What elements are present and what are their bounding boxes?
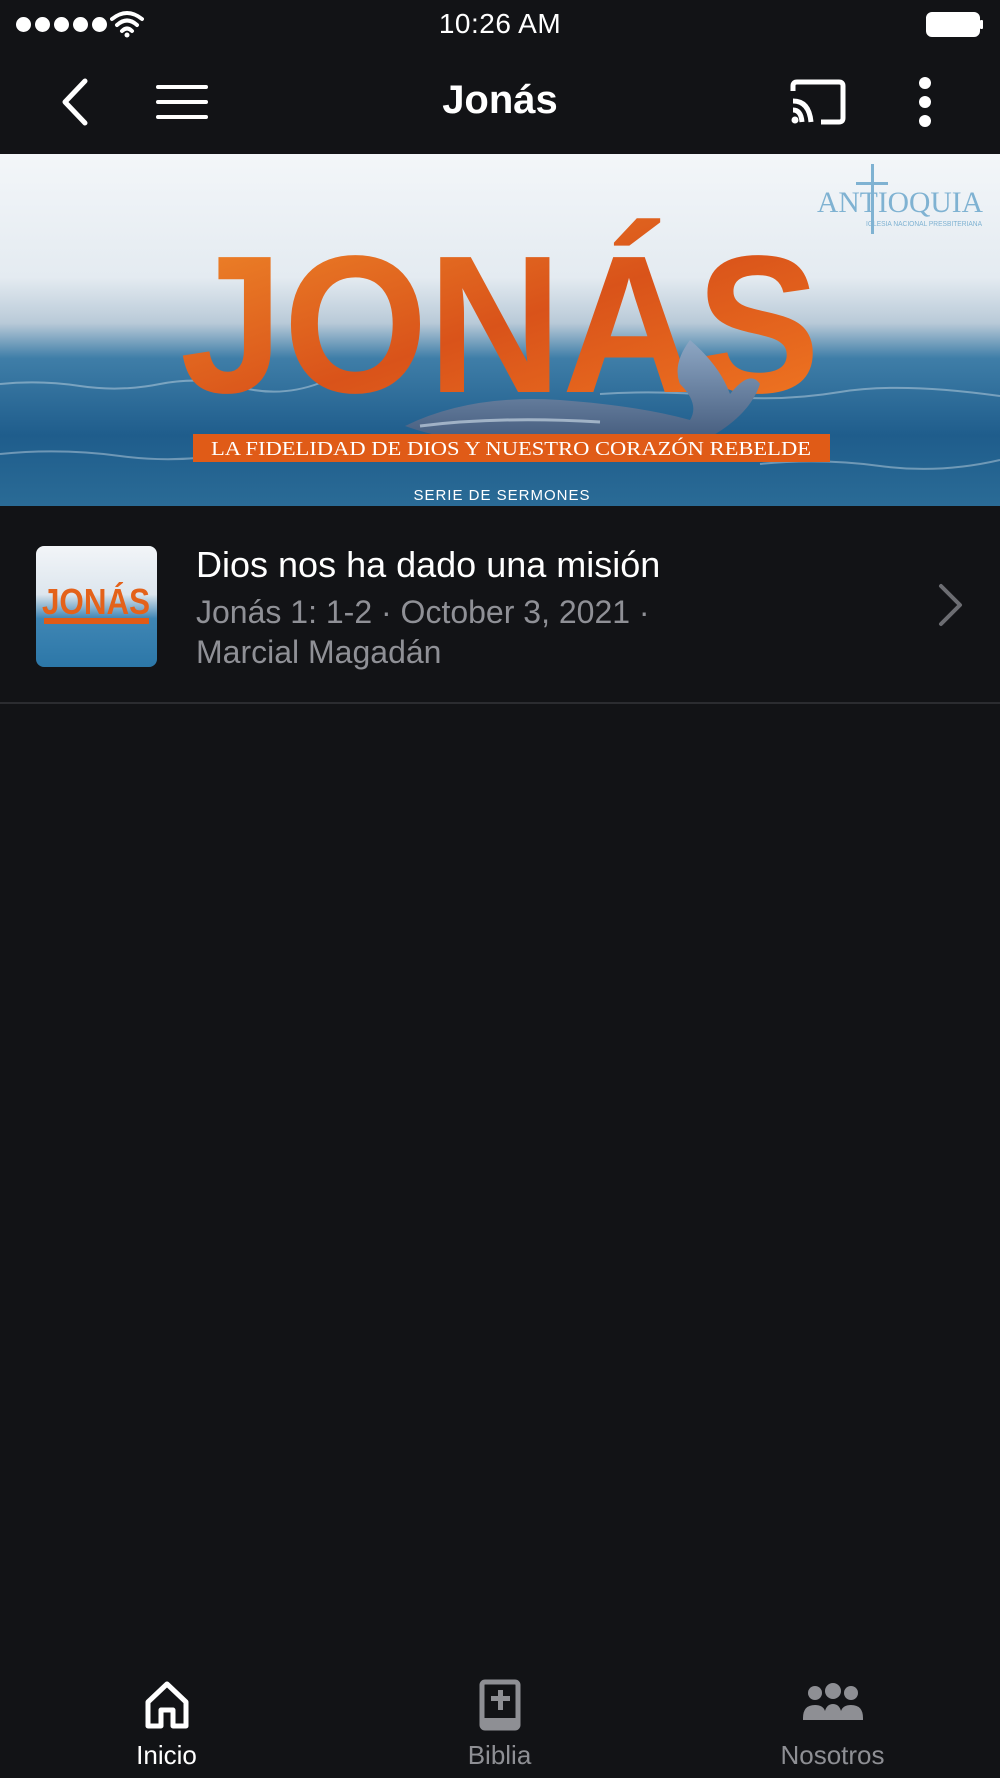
series-banner: JONÁS LA FIDELIDAD DE DIOS Y NUESTRO COR… — [0, 154, 1000, 506]
bible-icon — [479, 1679, 520, 1731]
more-options-button[interactable] — [900, 72, 950, 132]
tab-biblia[interactable]: Biblia — [333, 1668, 666, 1778]
chevron-right-icon — [939, 584, 962, 626]
tab-label: Nosotros — [780, 1740, 885, 1770]
tab-bar: Inicio Biblia Nosotros — [0, 1668, 1000, 1778]
tab-inicio[interactable]: Inicio — [0, 1668, 333, 1778]
sermon-meta: Jonás 1: 1-2 · October 3, 2021 · Marcial… — [196, 592, 756, 672]
battery-icon — [926, 12, 983, 37]
more-vertical-icon — [919, 77, 931, 127]
sermon-list: JONÁS Dios nos ha dado una misión Jonás … — [0, 506, 1000, 704]
banner-caption: SERIE DE SERMONES — [413, 487, 590, 504]
sermon-meta-line: Jonás 1: 1-2 · October 3, 2021 · — [196, 594, 650, 630]
list-item[interactable]: JONÁS Dios nos ha dado una misión Jonás … — [0, 506, 1000, 704]
people-icon — [802, 1683, 863, 1720]
tab-label: Biblia — [467, 1740, 532, 1770]
sermon-title: Dios nos ha dado una misión — [196, 544, 661, 585]
svg-text:ANTIOQUIA: ANTIOQUIA — [817, 186, 983, 219]
navigation-bar: Jonás — [0, 50, 1000, 154]
sermon-speaker: Marcial Magadán — [196, 634, 442, 670]
tab-nosotros[interactable]: Nosotros — [666, 1668, 999, 1778]
banner-subtitle: LA FIDELIDAD DE DIOS Y NUESTRO CORAZÓN R… — [211, 436, 811, 460]
status-bar: 10:26 AM — [0, 0, 1000, 50]
home-icon — [145, 1681, 188, 1729]
cast-button[interactable] — [782, 72, 854, 132]
cast-icon — [790, 79, 846, 125]
status-time: 10:26 AM — [438, 8, 562, 39]
svg-text:JONÁS: JONÁS — [42, 581, 150, 622]
sermon-thumbnail: JONÁS — [36, 546, 157, 667]
svg-text:IGLESIA NACIONAL PRESBITERIANA: IGLESIA NACIONAL PRESBITERIANA — [866, 221, 982, 228]
tab-label: Inicio — [136, 1740, 197, 1770]
